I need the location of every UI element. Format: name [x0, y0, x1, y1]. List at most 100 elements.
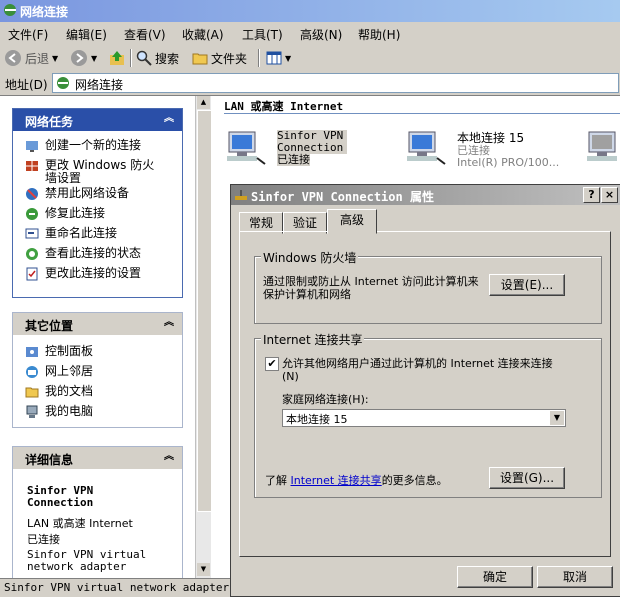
task-label: 查看此连接的状态 [45, 246, 142, 260]
tab-content-advanced: Windows 防火墙 通过限制或防止从 Internet 访问此计算机来保护计… [239, 231, 611, 557]
task-label: 更改 Windows 防火墙设置 [45, 158, 155, 185]
home-network-select[interactable]: 本地连接 15 ▼ [282, 409, 566, 427]
toolbar: 后退 ▼ ▼ 搜索 文件夹 ▼ [0, 44, 620, 72]
details-header[interactable]: 详细信息 ︽ [13, 447, 182, 469]
ics-group-title: Internet 连接共享 [261, 331, 365, 348]
lan-connection-icon [227, 131, 266, 165]
folders-button[interactable]: 文件夹 [192, 48, 247, 68]
ok-button[interactable]: 确定 [457, 566, 533, 588]
up-folder-icon [110, 51, 124, 65]
place-control-panel[interactable]: 控制面板 [25, 345, 93, 359]
address-value: 网络连接 [75, 78, 124, 92]
task-rename-connection[interactable]: 重命名此连接 [25, 227, 117, 241]
firewall-description: 通过限制或防止从 Internet 访问此计算机来保护计算机和网络 [263, 275, 479, 301]
learn-suffix: 的更多信息。 [381, 474, 448, 487]
task-view-status[interactable]: 查看此连接的状态 [25, 247, 141, 261]
menu-tools[interactable]: 工具(T) [242, 26, 283, 43]
menu-file[interactable]: 文件(F) [8, 26, 48, 43]
tab-advanced[interactable]: 高级 [327, 209, 377, 234]
connection-status: 已连接 [277, 153, 310, 166]
scroll-up-icon[interactable]: ▲ [197, 96, 210, 109]
task-create-connection[interactable]: 创建一个新的连接 [25, 139, 141, 153]
window-titlebar[interactable]: 网络连接 [0, 0, 620, 22]
details-status: 已连接 [27, 533, 60, 546]
ics-help-link[interactable]: Internet 连接共享 [291, 474, 382, 487]
task-label: 禁用此网络设备 [45, 186, 130, 200]
firewall-group: Windows 防火墙 通过限制或防止从 Internet 访问此计算机来保护计… [254, 249, 602, 324]
home-network-label: 家庭网络连接(H): [282, 393, 369, 406]
place-label: 控制面板 [45, 344, 94, 358]
forward-button[interactable]: ▼ [70, 48, 97, 68]
search-button[interactable]: 搜索 [136, 48, 179, 68]
views-button[interactable]: ▼ [266, 48, 291, 68]
back-arrow-icon [5, 50, 21, 66]
lan-connection-icon[interactable] [583, 128, 620, 168]
lan-connection-icon [407, 131, 446, 165]
rename-icon [25, 228, 39, 239]
network-tasks-header[interactable]: 网络任务 ︽ [13, 109, 182, 131]
help-button[interactable]: ? [583, 187, 600, 203]
network-tasks-title: 网络任务 [25, 115, 74, 129]
network-tasks-panel: 网络任务 ︽ 创建一个新的连接 更改 Windows 防火墙设置 禁用此网络设备… [12, 108, 183, 298]
connection-sinfor-vpn[interactable]: Sinfor VPN Connection 已连接 [223, 126, 363, 172]
collapse-icon[interactable]: ︽ [162, 450, 176, 464]
collapse-icon[interactable]: ︽ [162, 316, 176, 330]
scroll-down-icon[interactable]: ▼ [197, 563, 210, 576]
dialog-title: Sinfor VPN Connection 属性 [251, 190, 434, 204]
folder-icon [192, 53, 208, 65]
menu-favorites[interactable]: 收藏(A) [182, 26, 224, 43]
allow-sharing-label[interactable]: 允许其他网络用户通过此计算机的 Internet 连接来连接(N) [282, 357, 557, 383]
cancel-button[interactable]: 取消 [537, 566, 613, 588]
details-panel: 详细信息 ︽ Sinfor VPN Connection LAN 或高速 Int… [12, 446, 183, 578]
firewall-settings-button[interactable]: 设置(E)... [489, 274, 565, 296]
details-name: Sinfor VPN Connection [27, 484, 94, 509]
task-repair-connection[interactable]: 修复此连接 [25, 207, 105, 221]
search-icon [136, 50, 152, 66]
task-change-settings[interactable]: 更改此连接的设置 [25, 267, 141, 281]
address-bar: 地址(D) 网络连接 [0, 71, 620, 96]
dialog-titlebar[interactable]: Sinfor VPN Connection 属性 ? × [231, 185, 620, 205]
task-pane-scrollbar[interactable]: ▲ ▼ [195, 96, 212, 578]
connection-icon [235, 190, 247, 200]
place-my-documents[interactable]: 我的文档 [25, 385, 93, 399]
chevron-down-icon: ▼ [52, 53, 59, 63]
learn-more-text: 了解 Internet 连接共享的更多信息。 [265, 472, 448, 488]
allow-sharing-checkbox[interactable]: ✔ [265, 357, 279, 371]
place-label: 网上邻居 [45, 364, 94, 378]
settings-icon [26, 267, 38, 281]
menu-advanced[interactable]: 高级(N) [300, 26, 342, 43]
new-connection-icon [26, 141, 38, 152]
close-button[interactable]: × [601, 187, 618, 203]
collapse-icon[interactable]: ︽ [162, 112, 176, 126]
connection-name: 本地连接 15 [457, 131, 525, 145]
other-places-header[interactable]: 其它位置 ︽ [13, 313, 182, 335]
task-firewall-settings[interactable]: 更改 Windows 防火墙设置 [25, 159, 165, 185]
back-button[interactable]: 后退 ▼ [4, 48, 58, 68]
task-disable-device[interactable]: 禁用此网络设备 [25, 187, 129, 201]
properties-dialog: Sinfor VPN Connection 属性 ? × 常规 验证 高级 Wi… [230, 184, 620, 597]
views-icon [266, 51, 282, 65]
documents-folder-icon [25, 387, 39, 398]
scroll-thumb[interactable] [197, 110, 212, 512]
ics-group: Internet 连接共享 ✔ 允许其他网络用户通过此计算机的 Internet… [254, 331, 602, 498]
status-text: Sinfor VPN virtual network adapter [4, 581, 230, 594]
chevron-down-icon[interactable]: ▼ [550, 411, 564, 425]
ics-settings-button[interactable]: 设置(G)... [489, 467, 565, 489]
place-my-computer[interactable]: 我的电脑 [25, 405, 93, 419]
chevron-down-icon: ▼ [285, 53, 292, 63]
disable-device-icon [26, 188, 38, 200]
menu-bar: 文件(F) 编辑(E) 查看(V) 收藏(A) 工具(T) 高级(N) 帮助(H… [0, 22, 620, 45]
up-button[interactable] [108, 48, 126, 68]
menu-edit[interactable]: 编辑(E) [66, 26, 107, 43]
status-icon [26, 248, 38, 260]
details-title: 详细信息 [25, 453, 74, 467]
task-label: 修复此连接 [45, 206, 106, 220]
menu-view[interactable]: 查看(V) [124, 26, 166, 43]
address-input[interactable]: 网络连接 [52, 73, 619, 93]
connection-local-15[interactable]: 本地连接 15 已连接 Intel(R) PRO/100... [403, 126, 573, 172]
menu-help[interactable]: 帮助(H) [358, 26, 400, 43]
place-label: 我的电脑 [45, 404, 94, 418]
place-network-neighborhood[interactable]: 网上邻居 [25, 365, 93, 379]
network-connections-icon [4, 4, 16, 16]
task-label: 更改此连接的设置 [45, 266, 142, 280]
